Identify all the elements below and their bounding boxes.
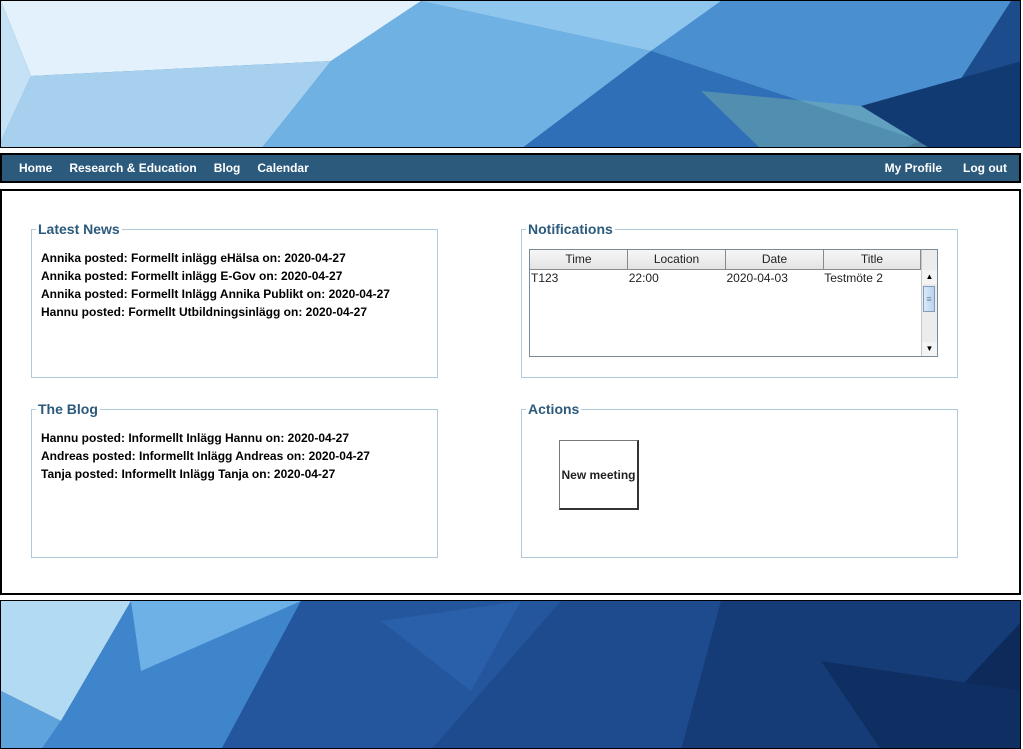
nav-right-group: My Profile Log out (864, 161, 1007, 175)
column-header-date[interactable]: Date (726, 250, 824, 269)
table-cell: 22:00 (628, 271, 659, 285)
table-cell: T123 (531, 271, 559, 285)
nav-home-link[interactable]: Home (19, 161, 52, 175)
main-navigation: Home Research & Education Blog Calendar … (0, 153, 1021, 183)
triangle-down-icon[interactable]: ▼ (922, 342, 937, 356)
grip-lines-icon: ≡ (926, 294, 932, 304)
notifications-title: Notifications (526, 220, 615, 238)
vertical-scrollbar[interactable]: ▲ ≡ ▼ (921, 250, 937, 356)
header-banner-image (0, 0, 1021, 148)
table-cell: Testmöte 2 (824, 271, 883, 285)
blog-item[interactable]: Hannu posted: Informellt Inlägg Hannu on… (41, 429, 370, 447)
nav-left-group: Home Research & Education Blog Calendar (19, 161, 326, 175)
news-item[interactable]: Hannu posted: Formellt Utbildningsinlägg… (41, 303, 390, 321)
nav-my-profile-link[interactable]: My Profile (885, 161, 942, 175)
column-header-location[interactable]: Location (628, 250, 726, 269)
actions-title: Actions (526, 400, 582, 418)
notifications-table: Time Location Date Title T123 22:00 2020… (529, 249, 938, 357)
news-item[interactable]: Annika posted: Formellt inlägg E-Gov on:… (41, 267, 390, 285)
main-content: Latest News Annika posted: Formellt inlä… (0, 189, 1021, 595)
blog-item[interactable]: Andreas posted: Informellt Inlägg Andrea… (41, 447, 370, 465)
latest-news-title: Latest News (36, 220, 122, 238)
table-header-row: Time Location Date Title (530, 250, 921, 270)
blog-post-list: Hannu posted: Informellt Inlägg Hannu on… (41, 429, 370, 483)
nav-research-education-link[interactable]: Research & Education (69, 161, 196, 175)
nav-blog-link[interactable]: Blog (214, 161, 241, 175)
news-item[interactable]: Annika posted: Formellt inlägg eHälsa on… (41, 249, 390, 267)
news-item[interactable]: Annika posted: Formellt Inlägg Annika Pu… (41, 285, 390, 303)
table-cell: 2020-04-03 (726, 271, 788, 285)
column-header-time[interactable]: Time (530, 250, 628, 269)
scrollbar-thumb[interactable]: ≡ (923, 286, 935, 312)
triangle-up-icon[interactable]: ▲ (922, 270, 937, 284)
the-blog-panel: The Blog Hannu posted: Informellt Inlägg… (31, 400, 438, 558)
blog-item[interactable]: Tanja posted: Informellt Inlägg Tanja on… (41, 465, 370, 483)
nav-calendar-link[interactable]: Calendar (257, 161, 308, 175)
latest-news-panel: Latest News Annika posted: Formellt inlä… (31, 220, 438, 378)
notifications-panel: Notifications Time Location Date Title T… (521, 220, 958, 378)
new-meeting-button[interactable]: New meeting (559, 440, 639, 510)
the-blog-title: The Blog (36, 400, 100, 418)
nav-log-out-link[interactable]: Log out (963, 161, 1007, 175)
actions-panel: Actions New meeting (521, 400, 958, 558)
column-header-title[interactable]: Title (824, 250, 921, 269)
footer-banner-image (0, 600, 1021, 749)
table-row[interactable]: T123 22:00 2020-04-03 Testmöte 2 (530, 270, 921, 286)
latest-news-list: Annika posted: Formellt inlägg eHälsa on… (41, 249, 390, 321)
